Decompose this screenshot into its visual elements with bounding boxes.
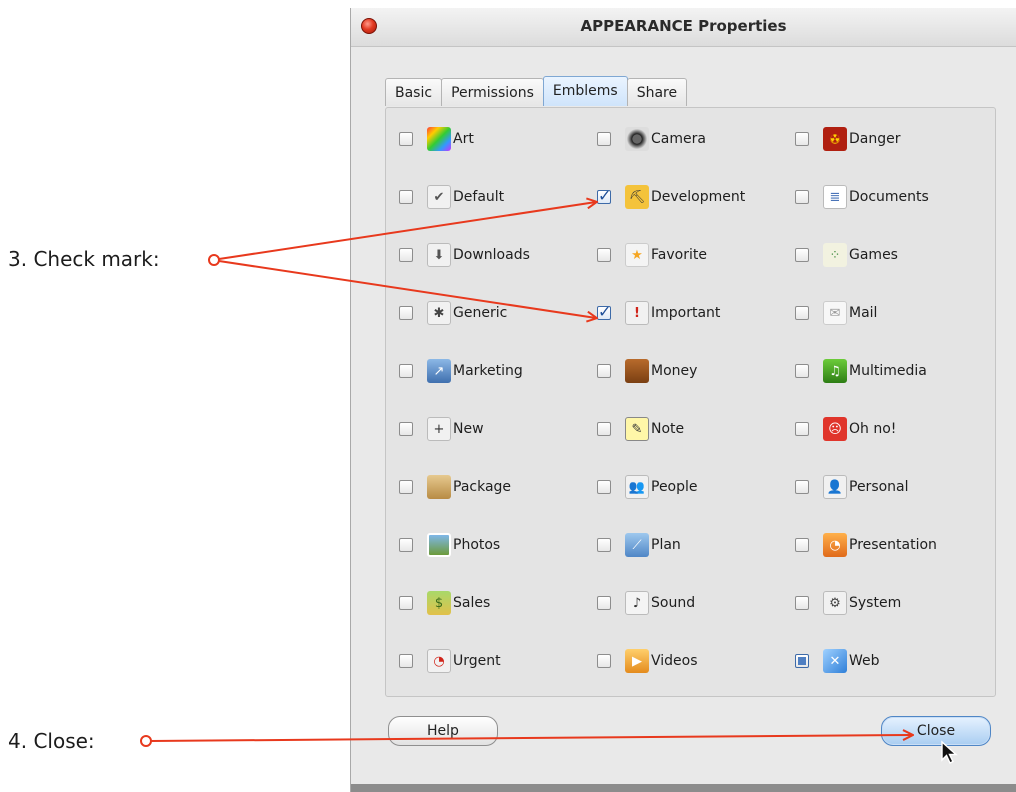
arrow-to-close <box>150 735 912 742</box>
arrow-to-important <box>218 260 596 318</box>
arrow-to-development <box>218 202 596 260</box>
close-arrow <box>140 735 912 747</box>
annotation-arrows <box>140 0 1016 747</box>
mouse-cursor-icon <box>941 740 958 764</box>
check-mark-arrows <box>208 202 596 318</box>
